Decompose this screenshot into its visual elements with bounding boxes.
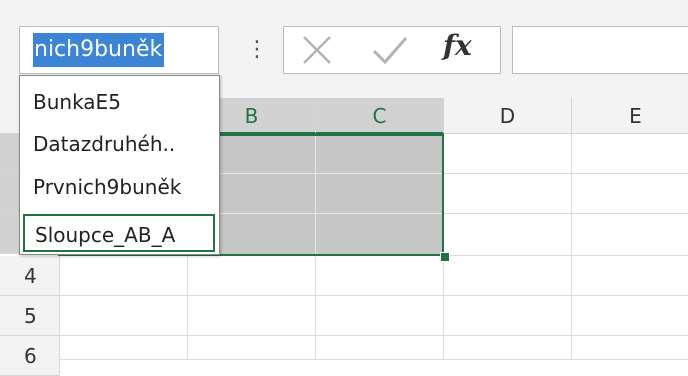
formula-input[interactable] [512,26,688,74]
cell-e2[interactable] [572,174,688,214]
cell-c5[interactable] [316,296,444,336]
dropdown-item-datazdruheh[interactable]: Datazdruhéh.. [23,125,215,163]
cell-a4[interactable] [60,256,188,296]
row-header-6[interactable]: 6 [0,336,60,376]
name-box-value[interactable]: nich9buněk [33,33,165,67]
cell-b4[interactable] [188,256,316,296]
row-header-5[interactable]: 5 [0,296,60,336]
cell-a5[interactable] [60,296,188,336]
row-header-4[interactable]: 4 [0,256,60,296]
name-box-dropdown: BunkaE5 Datazdruhéh.. Prvnich9buněk Slou… [19,75,220,255]
cell-c4[interactable] [316,256,444,296]
cell-c3[interactable] [316,214,444,256]
dropdown-item-sloupce-ab-a[interactable]: Sloupce_AB_A [23,214,215,252]
cell-e5[interactable] [572,296,688,336]
cell-d6[interactable] [444,336,572,360]
cell-b6[interactable] [188,336,316,360]
cell-c1[interactable] [316,134,444,174]
cell-d5[interactable] [444,296,572,336]
cell-e3[interactable] [572,214,688,256]
cell-e1[interactable] [572,134,688,174]
cell-b5[interactable] [188,296,316,336]
fill-handle[interactable] [440,252,450,262]
cell-c2[interactable] [316,174,444,214]
x-icon[interactable] [300,34,334,66]
cell-a6[interactable] [60,336,188,360]
cell-d4[interactable] [444,256,572,296]
cell-e4[interactable] [572,256,688,296]
cell-d1[interactable] [444,134,572,174]
cell-e6[interactable] [572,336,688,360]
dropdown-item-prvnich9bunek[interactable]: Prvnich9buněk [23,168,215,206]
column-header-d[interactable]: D [444,98,572,134]
column-header-c[interactable]: C [316,98,444,134]
column-header-e[interactable]: E [572,98,688,134]
dropdown-item-bunkae5[interactable]: BunkaE5 [23,83,215,121]
cell-c6[interactable] [316,336,444,360]
cell-d2[interactable] [444,174,572,214]
formula-bar-separator[interactable]: ⋮ [246,30,268,70]
check-icon[interactable] [370,34,410,66]
insert-function-button[interactable]: fx [443,29,472,62]
cell-d3[interactable] [444,214,572,256]
